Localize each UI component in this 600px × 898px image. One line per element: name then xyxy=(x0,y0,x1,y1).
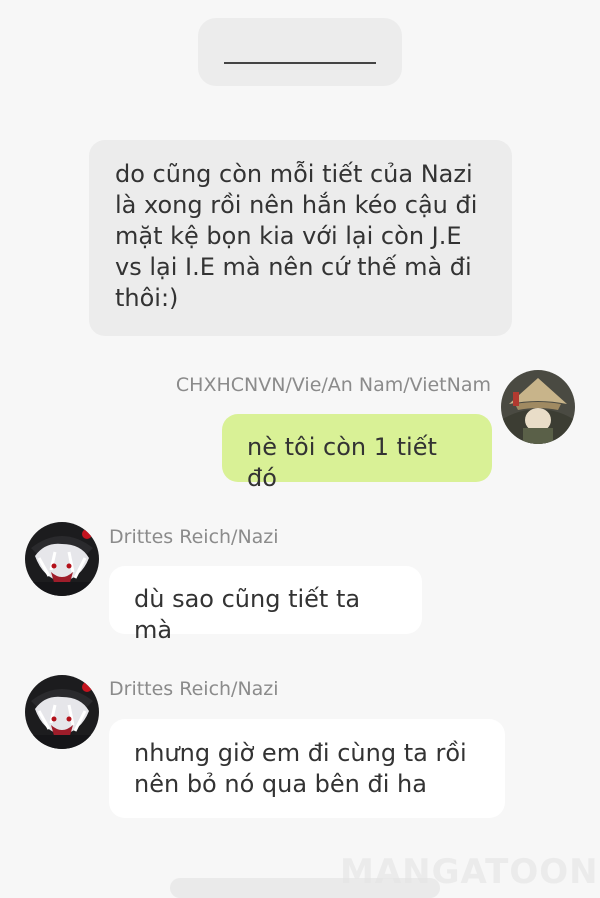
avatar-drittes-reich-image xyxy=(25,522,99,596)
watermark-logo: MANGATOON xyxy=(340,852,599,892)
sender-name: CHXHCNVN/Vie/An Nam/VietNam xyxy=(175,374,491,396)
avatar-vietnam-image xyxy=(501,370,575,444)
avatar-drittes-reich[interactable] xyxy=(25,675,99,749)
message-bubble-sent: nè tôi còn 1 tiết đó xyxy=(222,414,492,492)
message-bubble-received: nhưng giờ em đi cùng ta rồi nên bỏ nó qu… xyxy=(109,719,505,818)
sender-name: Drittes Reich/Nazi xyxy=(109,526,279,548)
message-bubble-received: dù sao cũng tiết ta mà xyxy=(109,566,422,644)
avatar-vietnam[interactable] xyxy=(501,370,575,444)
blank-text-pill xyxy=(198,18,402,86)
narration-bubble: do cũng còn mỗi tiết của Nazi là xong rồ… xyxy=(89,140,512,336)
blank-line xyxy=(224,62,376,64)
avatar-drittes-reich-image xyxy=(25,675,99,749)
avatar-drittes-reich[interactable] xyxy=(25,522,99,596)
sender-name: Drittes Reich/Nazi xyxy=(109,678,279,700)
